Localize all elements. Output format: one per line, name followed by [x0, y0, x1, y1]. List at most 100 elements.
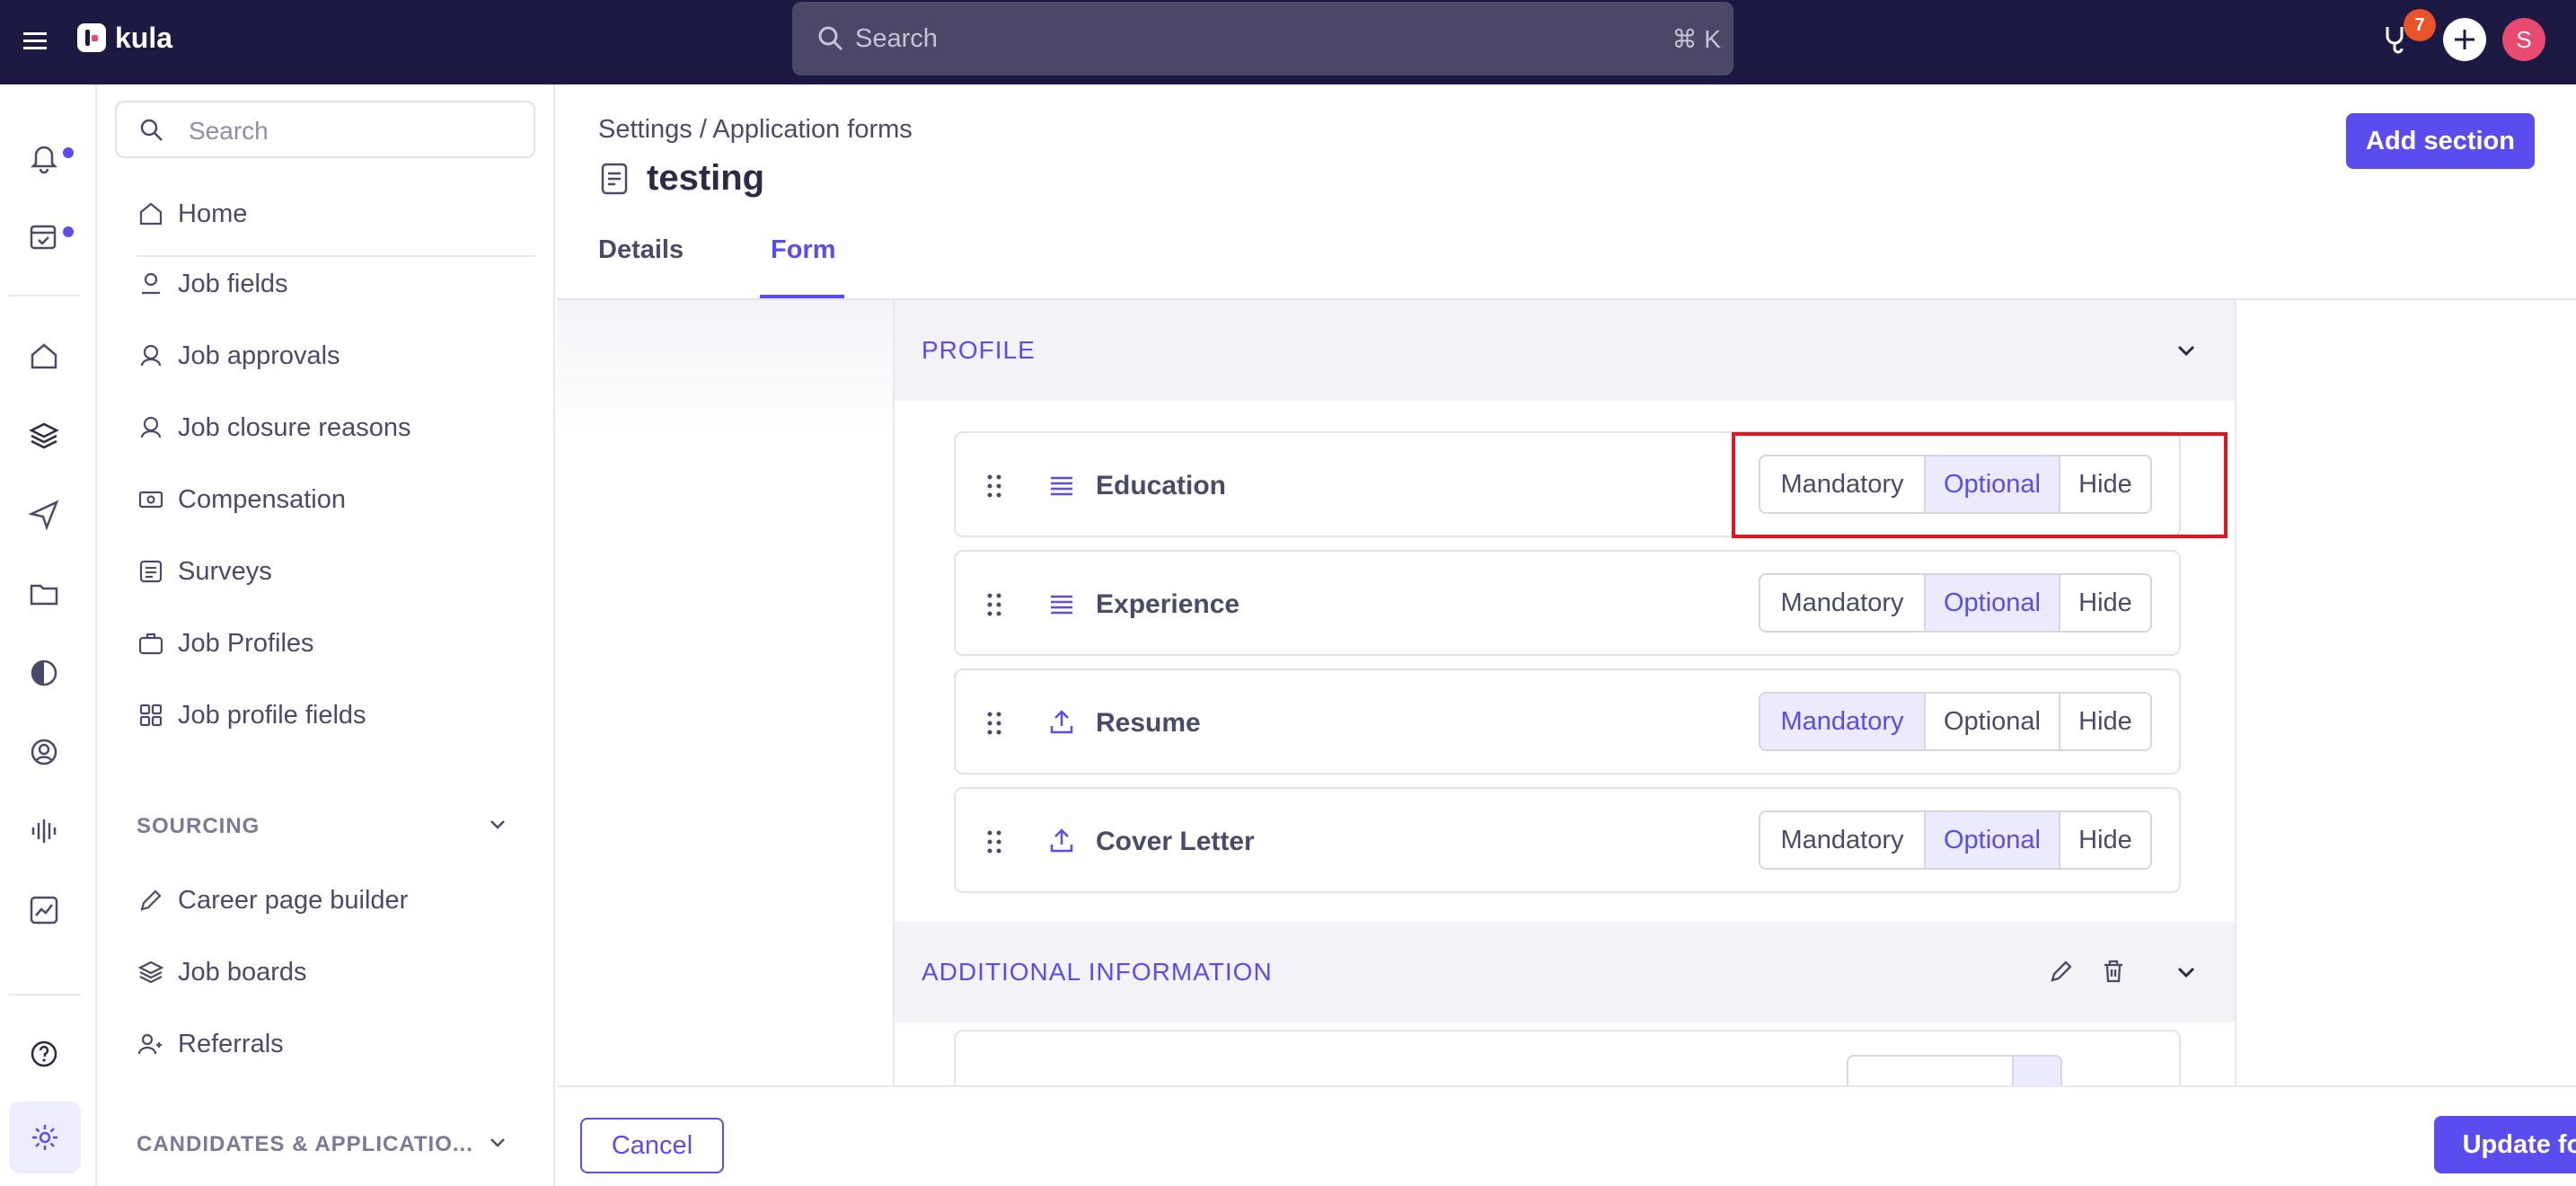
- pencil-icon: [140, 890, 162, 911]
- cancel-button[interactable]: Cancel: [580, 1118, 724, 1173]
- sidebar-search-input[interactable]: Search: [115, 101, 535, 158]
- sidebar-item-surveys[interactable]: Surveys: [137, 552, 272, 591]
- option-mandatory[interactable]: Mandatory: [1760, 812, 1926, 868]
- trash-icon[interactable]: [2098, 956, 2129, 987]
- tab-form[interactable]: Form: [771, 235, 836, 282]
- document-icon: [601, 163, 628, 194]
- form-card: PROFILE Education Mandatory Optional Hid…: [893, 300, 2236, 1085]
- update-form-button[interactable]: Update form: [2434, 1116, 2576, 1173]
- option-optional[interactable]: [2014, 1057, 2060, 1085]
- sidebar-item-home[interactable]: Home: [137, 194, 247, 234]
- sidebar-item-job-approvals[interactable]: Job approvals: [137, 336, 340, 376]
- option-optional[interactable]: Optional: [1926, 694, 2060, 749]
- job-approvals-icon: [140, 344, 162, 367]
- folder-icon[interactable]: [27, 577, 61, 611]
- bell-unread-dot: [63, 147, 74, 158]
- footer-bar: Cancel Update form: [557, 1085, 2576, 1186]
- sidebar-item-job-fields[interactable]: Job fields: [137, 264, 288, 304]
- section-title: ADDITIONAL INFORMATION: [922, 958, 1273, 986]
- option-hide[interactable]: Hide: [2060, 812, 2150, 868]
- tab-details[interactable]: Details: [598, 235, 684, 282]
- option-hide[interactable]: Hide: [2060, 456, 2150, 512]
- drag-handle-icon[interactable]: [984, 828, 1004, 855]
- requirement-toggle: Mandatory Optional Hide: [1759, 573, 2152, 633]
- notification-badge: 7: [2404, 9, 2436, 41]
- field-label: Cover Letter: [1096, 827, 1255, 856]
- menu-icon[interactable]: [20, 25, 50, 56]
- sidebar-item-label: Career page builder: [178, 885, 409, 915]
- drag-handle-icon[interactable]: [984, 473, 1004, 500]
- sidebar-item-label: Job boards: [178, 957, 307, 987]
- global-search-input[interactable]: Search ⌘ K: [792, 2, 1734, 75]
- sidebar-item-label: Compensation: [178, 484, 346, 514]
- home-icon: [139, 202, 163, 226]
- analytics-icon[interactable]: [27, 893, 61, 927]
- form-builder-canvas: PROFILE Education Mandatory Optional Hid…: [557, 300, 2576, 1085]
- canvas-gutter: [557, 300, 895, 1085]
- gear-icon: [32, 1125, 57, 1150]
- add-section-button[interactable]: Add section: [2346, 113, 2535, 169]
- sidebar-search-placeholder: Search: [189, 117, 269, 145]
- help-icon[interactable]: [27, 1037, 61, 1071]
- field-label: Resume: [1096, 708, 1201, 738]
- field-row-cover-letter: Cover Letter Mandatory Optional Hide: [954, 787, 2181, 893]
- settings-button[interactable]: [9, 1102, 81, 1173]
- compensation-icon: [138, 491, 163, 509]
- option-mandatory[interactable]: Mandatory: [1760, 575, 1926, 631]
- grid-icon: [139, 704, 163, 727]
- home-icon[interactable]: [27, 340, 61, 374]
- option-mandatory[interactable]: [1848, 1057, 2014, 1085]
- job-fields-icon: [142, 272, 160, 295]
- option-hide[interactable]: Hide: [2060, 575, 2150, 631]
- create-button[interactable]: [2443, 18, 2486, 61]
- section-header-profile[interactable]: PROFILE: [895, 300, 2235, 401]
- search-shortcut: ⌘ K: [1672, 25, 1721, 53]
- edit-icon[interactable]: [2046, 956, 2077, 987]
- chevron-down-icon[interactable]: [2172, 336, 2201, 365]
- field-label: Experience: [1096, 589, 1240, 619]
- sidebar-item-label: Job profile fields: [178, 700, 366, 730]
- plus-icon: [2455, 30, 2475, 49]
- sidebar-item-label: Job closure reasons: [178, 412, 411, 442]
- chevron-down-icon[interactable]: [485, 1130, 510, 1155]
- avatar[interactable]: S: [2502, 18, 2545, 61]
- logo-mark-icon: [77, 23, 106, 52]
- layers-icon[interactable]: [27, 419, 61, 453]
- calendar-check-icon[interactable]: [27, 219, 61, 253]
- sidebar-item-compensation[interactable]: Compensation: [137, 480, 346, 519]
- option-hide[interactable]: Hide: [2060, 694, 2150, 749]
- option-optional[interactable]: Optional: [1926, 812, 2060, 868]
- sidebar-item-job-profile-fields[interactable]: Job profile fields: [137, 695, 366, 735]
- sidebar-item-job-closure-reasons[interactable]: Job closure reasons: [137, 408, 411, 447]
- drag-handle-icon[interactable]: [984, 591, 1004, 618]
- breadcrumb[interactable]: Settings / Application forms: [598, 115, 913, 145]
- drag-handle-icon[interactable]: [984, 710, 1004, 737]
- send-icon[interactable]: [27, 498, 61, 532]
- section-title: PROFILE: [922, 336, 1036, 364]
- sidebar-section-candidates[interactable]: CANDIDATES & APPLICATIO...: [137, 1132, 473, 1157]
- sidebar-section-sourcing[interactable]: SOURCING: [137, 814, 260, 839]
- search-icon: [818, 26, 843, 51]
- sidebar-item-job-boards[interactable]: Job boards: [137, 952, 307, 992]
- app-logo[interactable]: kula: [77, 20, 172, 56]
- user-circle-icon[interactable]: [27, 735, 61, 769]
- section-header-additional-information[interactable]: ADDITIONAL INFORMATION: [895, 922, 2235, 1022]
- option-optional[interactable]: Optional: [1926, 456, 2060, 512]
- settings-sidebar: Search Home Job fields Job approvals Job…: [99, 84, 555, 1186]
- sidebar-item-job-profiles[interactable]: Job Profiles: [137, 624, 314, 663]
- audio-wave-icon[interactable]: [27, 814, 61, 848]
- global-search-placeholder: Search: [855, 24, 938, 53]
- field-label: Education: [1096, 471, 1227, 500]
- half-circle-icon[interactable]: [27, 656, 61, 690]
- chevron-down-icon[interactable]: [485, 812, 510, 837]
- bell-icon[interactable]: [27, 140, 61, 174]
- option-mandatory[interactable]: Mandatory: [1760, 694, 1926, 749]
- sidebar-item-referrals[interactable]: Referrals: [137, 1024, 284, 1064]
- option-optional[interactable]: Optional: [1926, 575, 2060, 631]
- requirement-toggle-partial: [1847, 1055, 2062, 1085]
- sidebar-item-career-page-builder[interactable]: Career page builder: [137, 881, 408, 920]
- chevron-down-icon[interactable]: [2172, 958, 2201, 987]
- sidebar-item-label: Job approvals: [178, 341, 340, 370]
- option-mandatory[interactable]: Mandatory: [1760, 456, 1926, 512]
- field-row-partial: [954, 1030, 2181, 1085]
